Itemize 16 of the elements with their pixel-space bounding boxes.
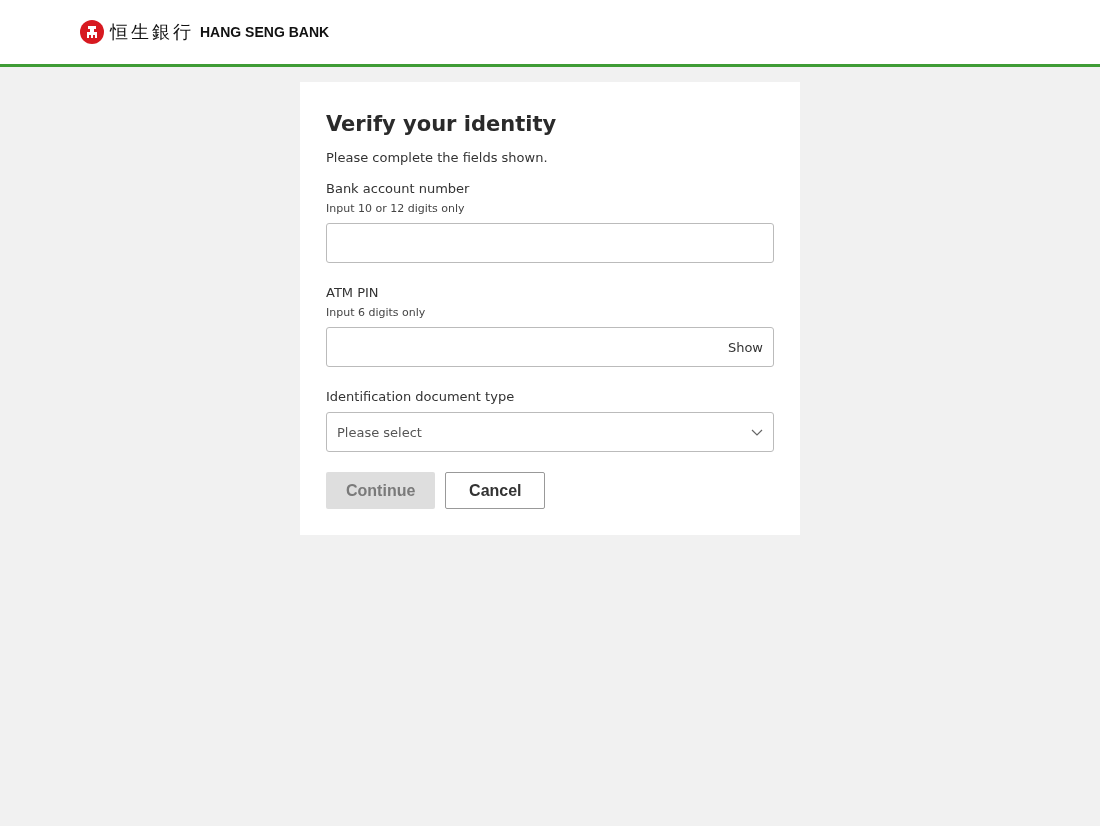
bank-logo-icon — [80, 20, 104, 44]
input-field[interactable] — [326, 223, 774, 263]
page-title: Verify your identity — [326, 112, 558, 136]
logo-chinese-text: 恒生銀行 — [110, 20, 194, 44]
field-label: Bank account number — [326, 181, 470, 196]
intro-text: Please complete the fields shown. — [326, 150, 549, 165]
chevron-down-icon — [751, 428, 763, 436]
field-hint: Input 10 or 12 digits only — [326, 202, 465, 215]
cancel-button[interactable]: Cancel — [445, 472, 546, 509]
field-hint: Input 6 digits only — [326, 306, 426, 319]
select-dropdown[interactable]: Please select — [326, 412, 774, 452]
show-toggle[interactable]: Show — [727, 339, 763, 355]
field-label: Identification document type — [326, 389, 515, 404]
logo-text: HANG SENG BANK — [200, 24, 330, 40]
password-field[interactable]: Show — [326, 327, 774, 367]
field-label: ATM PIN — [326, 285, 379, 300]
